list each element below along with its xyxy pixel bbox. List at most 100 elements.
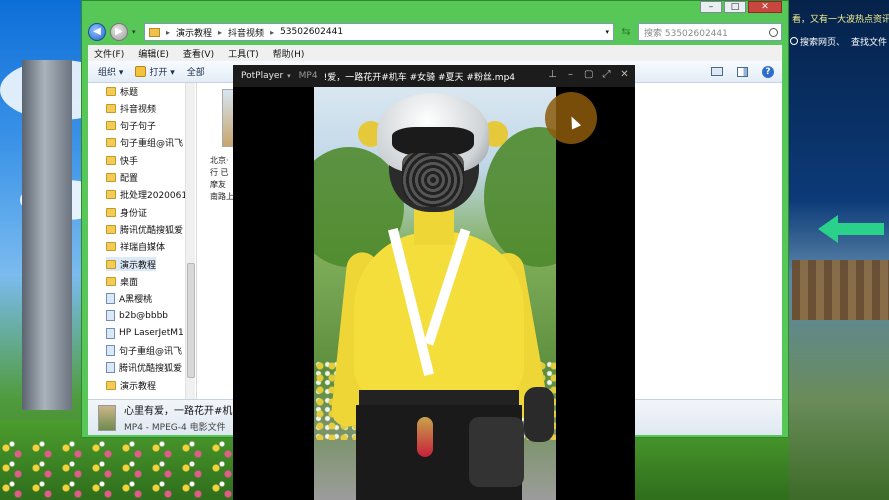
play-all-label: 全部	[186, 68, 205, 78]
open-button[interactable]: 打开 ▾	[135, 65, 175, 78]
tree-item[interactable]: 演示教程	[106, 378, 156, 392]
ticker-search[interactable]: 搜索网页、 查找文件	[790, 35, 887, 48]
tree-item-label: 腾讯优酷搜狐爱	[120, 225, 184, 236]
forward-button[interactable]: ▶	[110, 23, 128, 41]
tree-item[interactable]: 祥瑞自媒体	[106, 240, 165, 254]
folder-icon	[106, 121, 116, 131]
menu-edit[interactable]: 编辑(E)	[138, 47, 169, 60]
folder-icon	[106, 242, 116, 252]
folder-icon	[106, 207, 116, 217]
tree-item-label: HP LaserJetM1	[119, 328, 184, 339]
video-frame[interactable]	[314, 87, 556, 500]
search-placeholder: 搜索 53502602441	[644, 28, 728, 39]
tree-item[interactable]: 桌面	[106, 274, 138, 288]
video-title: !爱，一路花开#机车 #女骑 #夏天 #粉丝.mp4	[323, 72, 516, 83]
address-dropdown[interactable]: ▾	[605, 28, 609, 36]
tree-item[interactable]: 句子重组@讯飞	[106, 344, 182, 358]
menu-tools[interactable]: 工具(T)	[228, 47, 259, 60]
tree-item-label: 祥瑞自媒体	[120, 243, 166, 254]
search-input[interactable]: 搜索 53502602441	[638, 23, 782, 41]
breadcrumb-separator[interactable]: ▸	[270, 28, 274, 37]
tree-item[interactable]: 配置	[106, 171, 138, 185]
play-all-button[interactable]: 全部	[187, 65, 205, 78]
tree-item-label: 批处理2020061	[120, 191, 188, 202]
player-window-controls: ⊥ – ▢ ⤢ ✕	[548, 69, 629, 80]
tree-item[interactable]: 句子句子	[106, 119, 156, 133]
fullscreen-icon[interactable]: ⤢	[602, 69, 611, 80]
folder-icon	[106, 380, 116, 390]
breadcrumb-item[interactable]: 53502602441	[280, 27, 343, 37]
tree-item-label: 演示教程	[120, 381, 157, 392]
window-controls: – □ ✕	[700, 1, 782, 13]
tree-item[interactable]: 身份证	[106, 205, 147, 219]
breadcrumb-separator[interactable]: ▸	[166, 28, 170, 37]
folder-icon	[106, 103, 116, 113]
flowers	[0, 440, 240, 500]
tree-item[interactable]: 标题	[106, 84, 138, 98]
folder-icon	[106, 224, 116, 234]
close-button[interactable]: ✕	[620, 69, 629, 80]
tree-item[interactable]: 腾讯优酷搜狐爱	[106, 222, 183, 236]
breadcrumb-item[interactable]: 演示教程	[176, 26, 212, 39]
folder-icon	[106, 155, 116, 165]
close-button[interactable]: ✕	[748, 1, 782, 13]
tree-item[interactable]: 句子重组@讯飞	[106, 136, 183, 150]
tree-item[interactable]: HP LaserJetM1	[106, 326, 184, 340]
file-icon	[106, 310, 115, 322]
tree-item-label: 句子句子	[120, 122, 157, 133]
help-icon[interactable]: ?	[762, 65, 774, 78]
tree-item-label: 标题	[120, 87, 139, 98]
details-file-name: 心里有爱，一路花开#机车	[124, 406, 243, 417]
tree-item[interactable]: A黑樱桃	[106, 292, 152, 306]
minimize-button[interactable]: –	[566, 69, 575, 80]
back-button[interactable]: ◀	[88, 23, 106, 41]
open-label: 打开 ▾	[149, 68, 175, 78]
search-icon	[790, 37, 798, 45]
tree-item[interactable]: 抖音视频	[106, 101, 156, 115]
menu-bar: 文件(F) 编辑(E) 查看(V) 工具(T) 帮助(H)	[88, 45, 782, 61]
ticker-search-files[interactable]: 查找文件	[851, 35, 887, 48]
breadcrumb-separator[interactable]: ▸	[218, 28, 222, 37]
rider-glove	[524, 387, 554, 442]
format-label: MP4	[298, 71, 318, 81]
tree-item-label: 桌面	[120, 277, 139, 288]
menu-view[interactable]: 查看(V)	[183, 47, 214, 60]
address-bar[interactable]: ▸ 演示教程 ▸ 抖音视频 ▸ 53502602441 ▾	[144, 23, 614, 41]
tree-item[interactable]: 快手	[106, 153, 138, 167]
search-icon	[769, 27, 778, 37]
tree-item[interactable]: 演示教程	[106, 257, 157, 271]
belt-charm	[417, 417, 433, 457]
waist-bag	[469, 417, 524, 487]
tree-item-label: 演示教程	[120, 260, 157, 271]
file-icon	[106, 362, 115, 374]
chevron-down-icon[interactable]: ▾	[287, 72, 291, 80]
maximize-button[interactable]: □	[724, 1, 746, 13]
folder-icon	[106, 173, 116, 182]
address-row: ◀ ▶ ▾ ▸ 演示教程 ▸ 抖音视频 ▸ 53502602441 ▾ ⇆ 搜索…	[88, 21, 782, 43]
folder-icon	[106, 259, 116, 269]
maximize-button[interactable]: ▢	[584, 69, 593, 80]
stone-pillar	[22, 60, 72, 410]
scrollbar-thumb[interactable]	[187, 263, 195, 378]
menu-file[interactable]: 文件(F)	[94, 47, 124, 60]
tree-item[interactable]: b2b@bbbb	[106, 309, 168, 323]
tree-item[interactable]: 腾讯优酷搜狐爱	[106, 361, 182, 375]
change-view-icon[interactable]	[711, 67, 723, 76]
news-ticker[interactable]: 看，又有一大波热点资讯E	[792, 12, 889, 25]
breadcrumb-item[interactable]: 抖音视频	[228, 26, 264, 39]
preview-pane-icon[interactable]	[737, 66, 748, 77]
ticker-search-web[interactable]: 搜索网页、	[800, 38, 845, 48]
tree-item[interactable]: 批处理2020061	[106, 188, 187, 202]
file-icon	[106, 293, 115, 305]
pin-icon[interactable]: ⊥	[548, 69, 557, 80]
refresh-icon[interactable]: ⇆	[618, 23, 634, 41]
folder-icon	[106, 190, 116, 200]
file-icon	[106, 345, 115, 356]
tree-scrollbar[interactable]	[185, 83, 195, 399]
minimize-button[interactable]: –	[700, 1, 722, 13]
organize-button[interactable]: 组织 ▾	[98, 65, 123, 78]
history-dropdown[interactable]: ▾	[132, 28, 140, 36]
tree-item-label: 句子重组@讯飞	[120, 139, 184, 150]
menu-help[interactable]: 帮助(H)	[273, 47, 305, 60]
player-menu-button[interactable]: PotPlayer	[241, 71, 283, 81]
